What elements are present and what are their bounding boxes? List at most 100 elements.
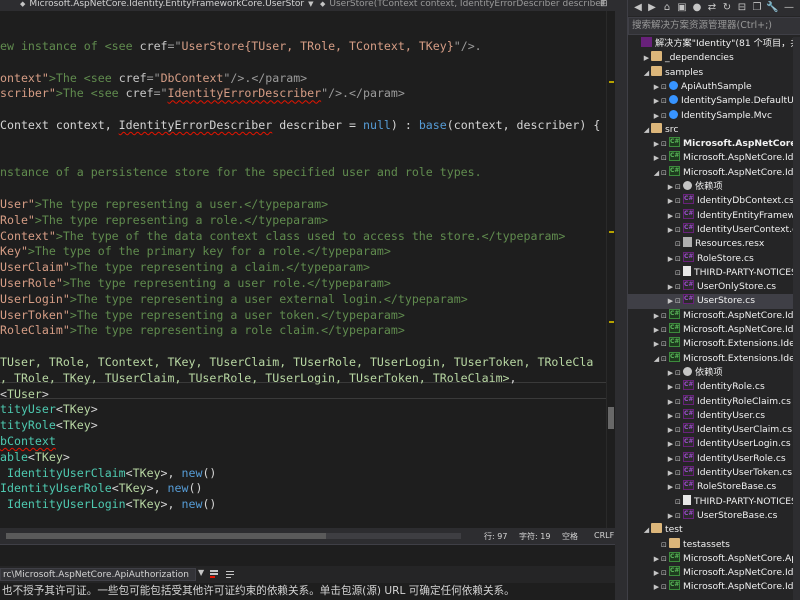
code-line[interactable]: Context context, IdentityErrorDescriber … [0, 117, 600, 133]
tree-item[interactable]: ▶⊡ UserStore.cs [628, 294, 800, 309]
expanded-chevron-icon[interactable]: ◢ [642, 123, 651, 137]
more-options-icon[interactable]: — [783, 2, 795, 14]
panel-splitter[interactable] [615, 0, 627, 600]
tree-item[interactable]: ◢⊡ Microsoft.AspNetCore.Identi [628, 165, 800, 180]
properties-icon[interactable]: 🔧 [766, 2, 778, 14]
tree-item[interactable]: ▶⊡ UserStoreBase.cs [628, 508, 800, 523]
collapsed-chevron-icon[interactable]: ▶ [652, 580, 661, 594]
tree-item[interactable]: ▶⊡ IdentityUserLogin.cs [628, 437, 800, 451]
tree-item[interactable]: ▶⊡ Microsoft.AspNetCore.Identi [628, 151, 800, 165]
expanded-chevron-icon[interactable]: ◢ [642, 66, 651, 80]
collapsed-chevron-icon[interactable]: ▶ [652, 80, 661, 94]
code-line[interactable]: tityRole<TKey> [0, 417, 98, 433]
collapsed-chevron-icon[interactable]: ▶ [666, 280, 675, 294]
collapsed-chevron-icon[interactable]: ▶ [666, 480, 675, 494]
back-icon[interactable]: ◀ [632, 2, 644, 14]
code-line[interactable]: IdentityUserClaim<TKey>, new() [0, 465, 216, 481]
tree-item[interactable]: ◢ src [628, 122, 800, 137]
code-line[interactable]: UserLogin">The type representing a user … [0, 291, 468, 307]
collapsed-chevron-icon[interactable]: ▶ [652, 566, 661, 580]
collapsed-chevron-icon[interactable]: ▶ [652, 151, 661, 165]
collapsed-chevron-icon[interactable]: ▶ [666, 509, 675, 523]
tree-item[interactable]: ◢ test [628, 523, 800, 537]
tree-item[interactable]: ▶⊡ IdentityUser.cs [628, 408, 800, 423]
expanded-chevron-icon[interactable]: ◢ [642, 523, 651, 537]
solution-explorer-scrollbar[interactable] [793, 37, 800, 600]
collapsed-chevron-icon[interactable]: ▶ [666, 437, 675, 451]
collapsed-chevron-icon[interactable]: ▶ [666, 380, 675, 394]
code-line[interactable]: able<TKey> [0, 449, 70, 465]
code-line[interactable]: ontext">The <see cref="DbContext"/>.</pa… [0, 70, 307, 86]
line-number-indicator[interactable]: 行: 97 [484, 531, 507, 542]
collapsed-chevron-icon[interactable]: ▶ [652, 552, 661, 566]
tree-item[interactable]: ⊡ THIRD-PARTY-NOTICES.t [628, 494, 800, 509]
code-line[interactable]: Role">The type representing a role.</typ… [0, 212, 328, 228]
code-line[interactable]: UserClaim">The type representing a claim… [0, 259, 370, 275]
tree-item[interactable]: ▶⊡ Microsoft.Extensions.Identit [628, 337, 800, 351]
code-line[interactable]: ew instance of <see cref="UserStore{TUse… [0, 38, 482, 54]
tree-item[interactable]: ▶⊡ RoleStoreBase.cs [628, 480, 800, 494]
collapsed-chevron-icon[interactable]: ▶ [666, 294, 675, 308]
switch-views-icon[interactable]: ▣ [676, 2, 688, 14]
collapsed-chevron-icon[interactable]: ▶ [652, 109, 661, 123]
tree-item[interactable]: ▶⊡ UserOnlyStore.cs [628, 280, 800, 294]
collapsed-chevron-icon[interactable]: ▶ [666, 209, 675, 223]
tree-item[interactable]: ▶ _dependencies [628, 51, 800, 65]
output-source-select[interactable]: rc\Microsoft.AspNetCore.ApiAuthorization [0, 568, 196, 581]
collapse-all-icon[interactable]: ⊟ [736, 2, 748, 14]
tree-item[interactable]: ⊡ THIRD-PARTY-NOTICES.t [628, 265, 800, 280]
word-wrap-icon[interactable] [224, 568, 236, 580]
tree-item[interactable]: 解决方案"Identity"(81 个项目，共 8 [628, 37, 800, 51]
tree-item[interactable]: ▶⊡ Microsoft.AspNetCore.Identi [628, 580, 800, 594]
split-editor-icon[interactable]: ⊞ [600, 0, 608, 9]
sync-icon[interactable]: ⇄ [706, 2, 718, 14]
tree-item[interactable]: ▶ ⊡ 依赖项 [628, 366, 800, 380]
code-line[interactable]: nstance of a persistence store for the s… [0, 164, 482, 180]
tree-item[interactable]: ▶ ⊡ IdentitySample.Mvc [628, 109, 800, 123]
tree-item[interactable]: ▶⊡ Microsoft.AspNetCore.Identi [628, 566, 800, 580]
tree-item[interactable]: ▶ ⊡ ApiAuthSample [628, 80, 800, 94]
tree-item[interactable]: ▶ ⊡ IdentitySample.DefaultUI [628, 94, 800, 108]
collapsed-chevron-icon[interactable]: ▶ [666, 423, 675, 437]
home-icon[interactable]: ⌂ [661, 2, 673, 14]
collapsed-chevron-icon[interactable]: ▶ [652, 309, 661, 323]
collapsed-chevron-icon[interactable]: ▶ [652, 337, 661, 351]
tree-item[interactable]: ▶⊡ IdentityUserContext.cs [628, 222, 800, 237]
collapsed-chevron-icon[interactable]: ▶ [666, 252, 675, 266]
code-line[interactable]: RoleClaim">The type representing a role … [0, 322, 405, 338]
type-navigation-dropdown[interactable]: ◆ Microsoft.AspNetCore.Identity.EntityFr… [20, 0, 313, 9]
clear-output-icon[interactable] [208, 568, 220, 580]
tree-item[interactable]: ▶⊡ IdentityUserRole.cs [628, 451, 800, 466]
collapsed-chevron-icon[interactable]: ▶ [666, 466, 675, 480]
whitespace-indicator[interactable]: 空格 [562, 531, 578, 542]
show-all-files-icon[interactable]: ❐ [751, 2, 763, 14]
line-ending-indicator[interactable]: CRLF [594, 531, 614, 540]
tree-item[interactable]: ▶⊡ Microsoft.AspNetCore.Identi [628, 323, 800, 337]
code-line[interactable]: scriber">The <see cref="IdentityErrorDes… [0, 85, 405, 101]
scrollbar-thumb[interactable] [6, 533, 326, 539]
code-editor[interactable]: ◆ Microsoft.AspNetCore.Identity.EntityFr… [0, 0, 615, 600]
tree-item[interactable]: ▶⊡ IdentityUserClaim.cs [628, 423, 800, 437]
collapsed-chevron-icon[interactable]: ▶ [666, 409, 675, 423]
code-line[interactable]: IdentityUserRole<TKey>, new() [0, 480, 202, 496]
collapsed-chevron-icon[interactable]: ▶ [652, 137, 661, 151]
expanded-chevron-icon[interactable]: ◢ [652, 166, 661, 180]
collapsed-chevron-icon[interactable]: ▶ [666, 180, 675, 194]
collapsed-chevron-icon[interactable]: ▶ [666, 452, 675, 466]
pending-changes-icon[interactable]: ● [691, 2, 703, 14]
tree-item[interactable]: ▶⊡ IdentityRoleClaim.cs [628, 394, 800, 409]
collapsed-chevron-icon[interactable]: ▶ [666, 223, 675, 237]
expanded-chevron-icon[interactable]: ◢ [652, 352, 661, 366]
tree-item[interactable]: ▶⊡ IdentityUserToken.cs [628, 466, 800, 480]
code-line[interactable]: bContext [0, 433, 56, 449]
tree-item[interactable]: ▶⊡ IdentityRole.cs [628, 380, 800, 394]
tree-item[interactable]: ⊡ Resources.resx [628, 237, 800, 251]
collapsed-chevron-icon[interactable]: ▶ [666, 366, 675, 380]
tree-item[interactable]: ▶⊡ RoleStore.cs [628, 251, 800, 266]
tree-item[interactable]: ▶⊡ Microsoft.AspNetCore.ApiAu [628, 551, 800, 566]
code-line[interactable]: <TUser> [0, 386, 49, 402]
tree-item[interactable]: ▶⊡ Microsoft.AspNetCore.Identi [628, 308, 800, 323]
code-line[interactable]: IdentityUserLogin<TKey>, new() [0, 496, 216, 512]
chevron-down-icon[interactable]: ▼ [198, 568, 204, 577]
member-navigation-dropdown[interactable]: ◆ UserStore(TContext context, IdentityEr… [320, 0, 605, 9]
